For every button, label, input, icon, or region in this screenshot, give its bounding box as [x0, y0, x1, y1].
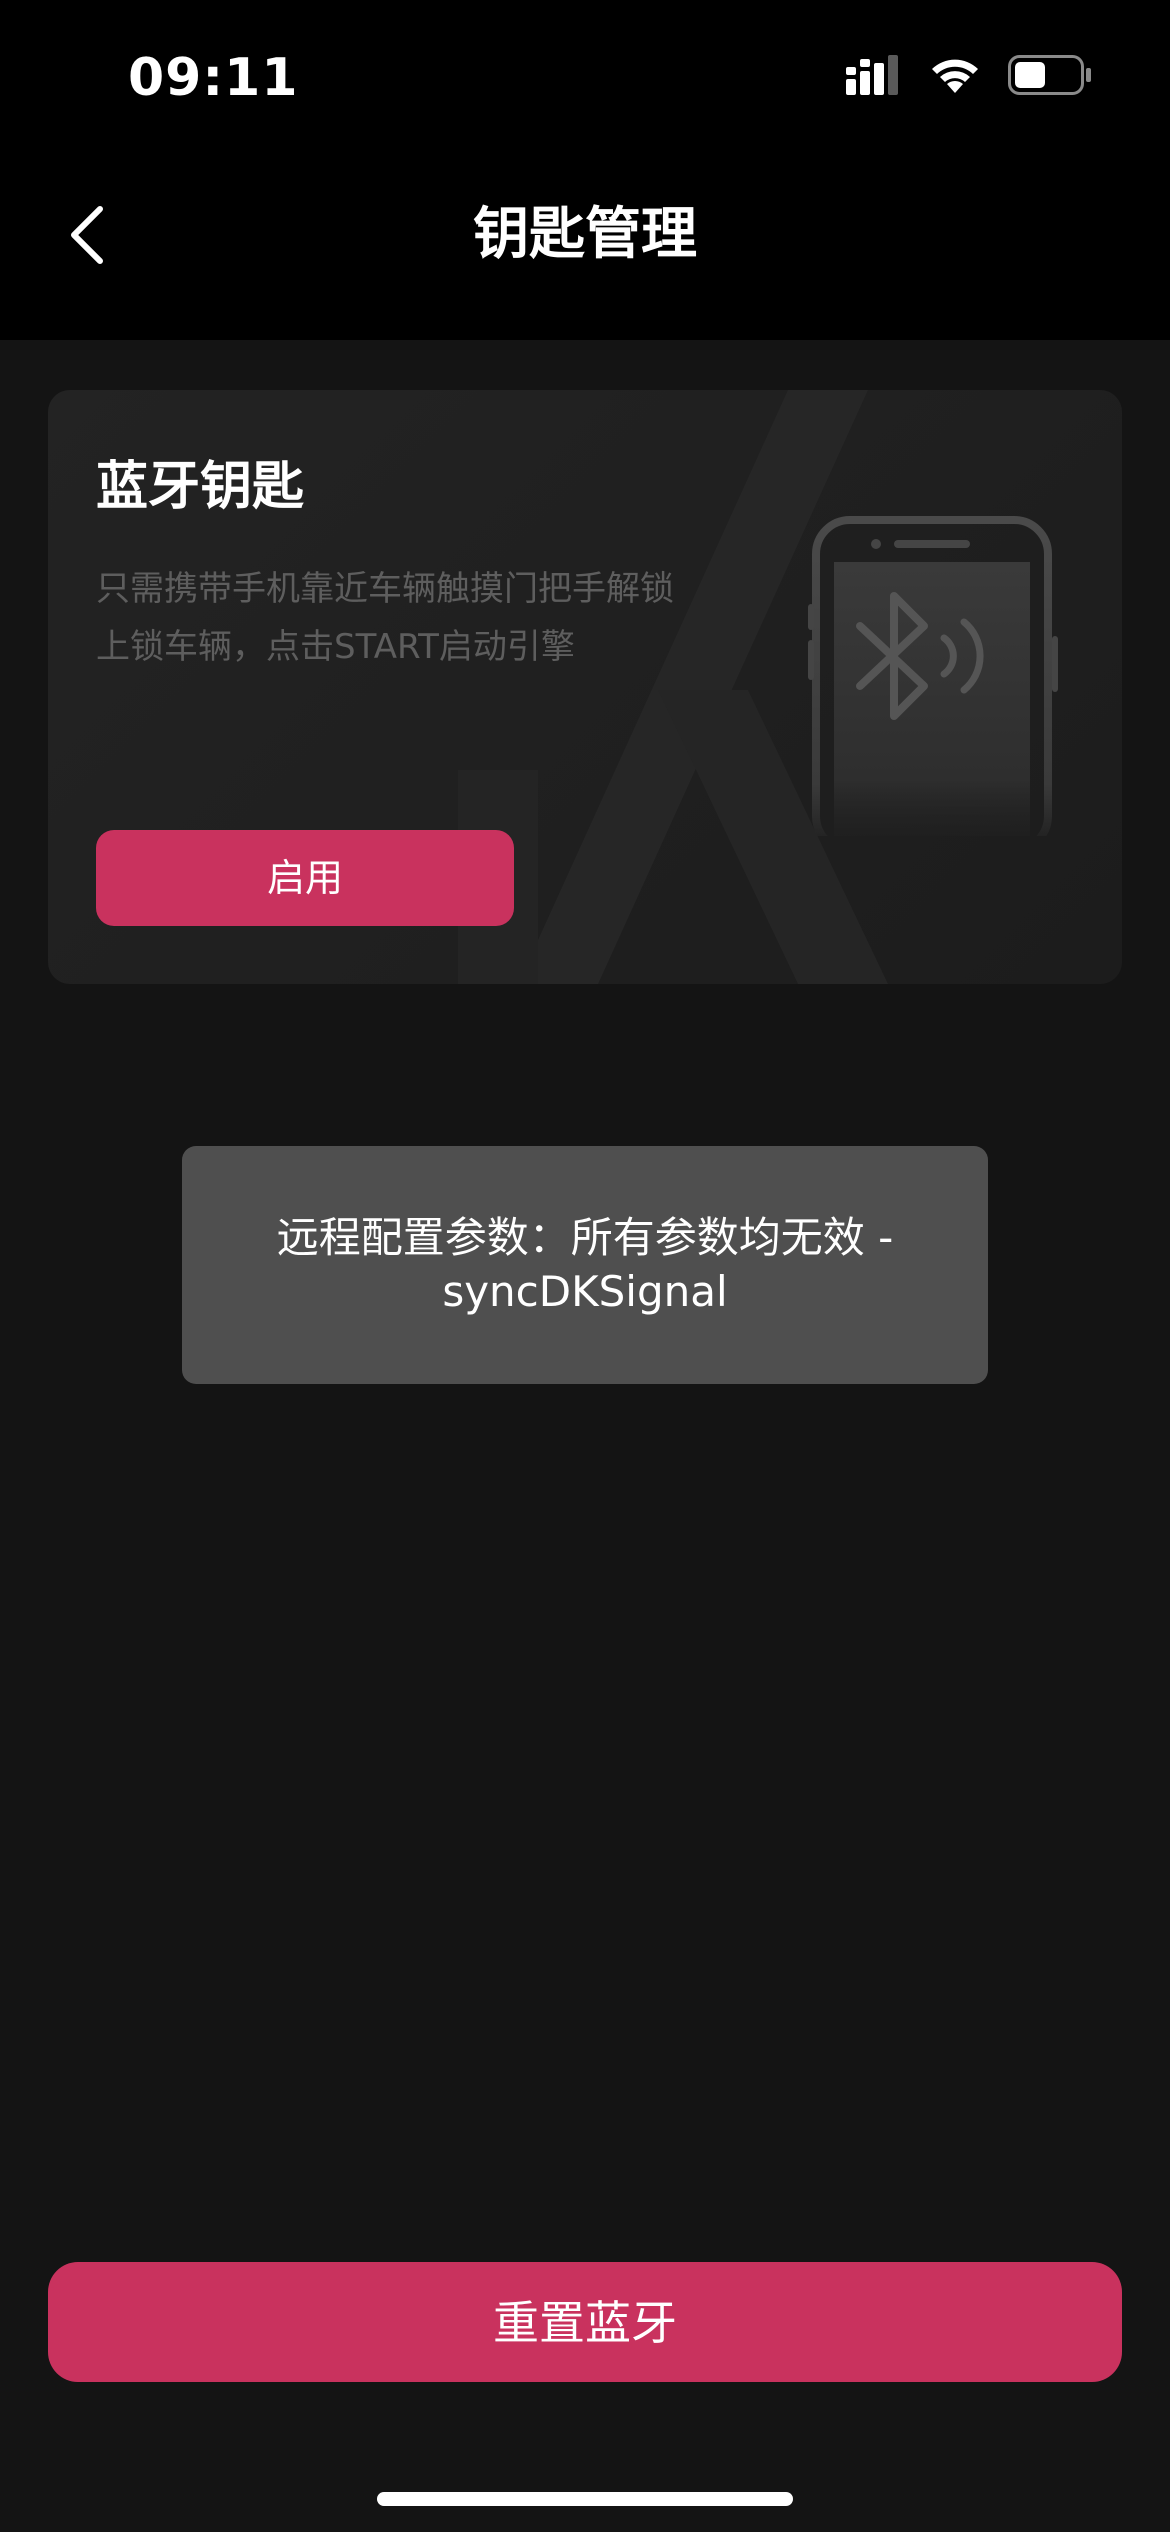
bluetooth-key-card: 蓝牙钥匙 只需携带手机靠近车辆触摸门把手解锁 上锁车辆，点击START启动引擎 …	[48, 390, 1122, 984]
header: 09:11 钥匙管理	[0, 0, 1170, 340]
home-indicator[interactable]	[377, 2492, 793, 2506]
status-time: 09:11	[128, 48, 299, 108]
enable-button[interactable]: 启用	[96, 830, 514, 926]
reset-bluetooth-button[interactable]: 重置蓝牙	[48, 2262, 1122, 2382]
toast-message: 远程配置参数：所有参数均无效 - syncDKSignal	[182, 1146, 988, 1384]
battery-icon	[1008, 55, 1092, 99]
card-description-line-1: 只需携带手机靠近车辆触摸门把手解锁	[96, 569, 674, 609]
signal-icon	[846, 55, 902, 99]
card-description: 只需携带手机靠近车辆触摸门把手解锁 上锁车辆，点击START启动引擎	[96, 560, 776, 676]
toast-line-1: 远程配置参数：所有参数均无效 -	[276, 1213, 894, 1262]
status-icons	[846, 54, 1092, 100]
card-description-line-2: 上锁车辆，点击START启动引擎	[96, 627, 575, 667]
phone-bluetooth-icon	[808, 516, 1058, 836]
page-title: 钥匙管理	[473, 202, 697, 267]
wifi-icon	[928, 55, 982, 99]
card-title: 蓝牙钥匙	[96, 457, 305, 517]
toast-line-2: syncDKSignal	[442, 1267, 728, 1316]
